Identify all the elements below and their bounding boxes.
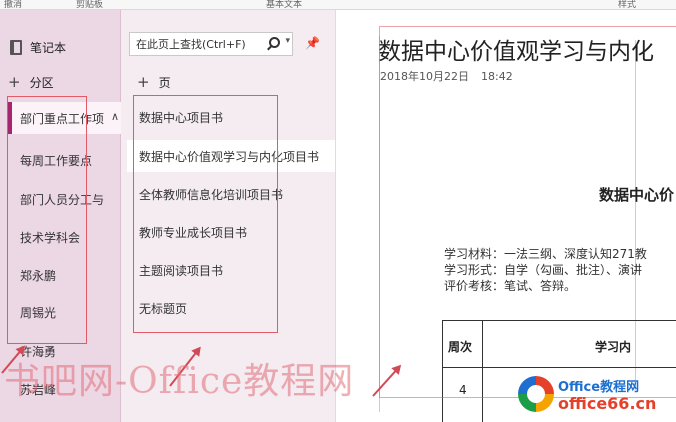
ribbon-strip: 撤消 剪贴板 基本文本 样式 — [0, 0, 676, 10]
annotation-box-pages — [133, 95, 278, 333]
add-section-label: 分区 — [29, 75, 54, 90]
caret-down-icon[interactable]: ▾ — [285, 36, 290, 46]
add-section-button[interactable]: + 分区 — [8, 73, 54, 91]
search-placeholder: 在此页上查找(Ctrl+F) — [136, 38, 246, 51]
ribbon-group-styles[interactable]: 样式 — [618, 0, 636, 10]
notebook-icon — [10, 39, 22, 55]
ribbon-group-basic-text[interactable]: 基本文本 — [266, 0, 302, 10]
notebook-label: 笔记本 — [30, 40, 67, 55]
annotation-box-sections — [7, 96, 87, 344]
plus-icon: + — [137, 73, 150, 91]
ribbon-group-undo[interactable]: 撤消 — [4, 0, 22, 10]
page-search-input[interactable]: 在此页上查找(Ctrl+F) ▾ — [129, 32, 293, 56]
pin-icon[interactable]: 📌 — [305, 36, 320, 50]
add-page-label: 页 — [158, 75, 171, 90]
add-page-button[interactable]: + 页 — [137, 73, 171, 91]
annotation-box-note — [379, 26, 676, 398]
plus-icon: + — [8, 73, 21, 91]
chevron-up-icon[interactable]: ∧ — [108, 110, 119, 123]
watermark-logo: Office教程网 office66.cn — [508, 372, 676, 418]
ribbon-group-clipboard[interactable]: 剪贴板 — [76, 0, 103, 10]
office-logo-icon — [518, 376, 554, 412]
logo-text-top: Office教程网 — [558, 380, 640, 395]
watermark-text: 书吧网-Office教程网 — [4, 361, 355, 402]
logo-text-bottom: office66.cn — [558, 394, 657, 413]
search-icon[interactable] — [269, 37, 280, 48]
notebook-selector[interactable]: 笔记本 — [10, 38, 66, 56]
